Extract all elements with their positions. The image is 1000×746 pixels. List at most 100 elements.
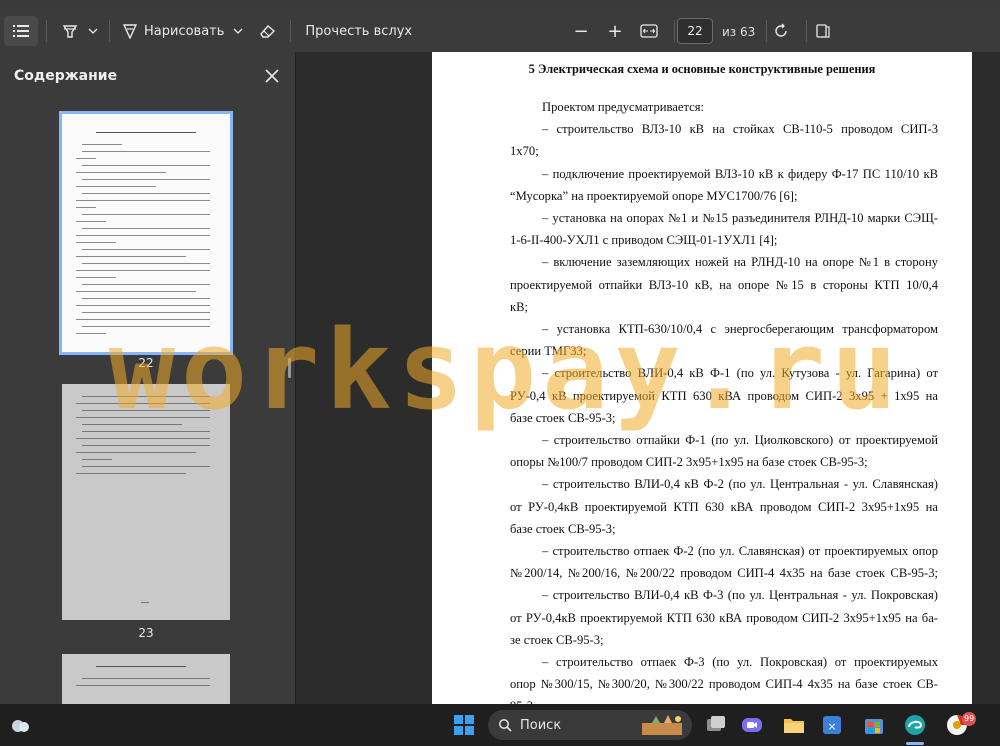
rotate-icon <box>775 23 787 37</box>
thumbnail-text-line <box>96 666 186 668</box>
thumbnail-text-line <box>76 270 210 272</box>
current-page-field[interactable]: 22 <box>677 18 713 44</box>
page-view-button[interactable] <box>808 16 838 46</box>
eraser-icon <box>260 25 276 38</box>
page-count-label: из 63 <box>722 25 756 39</box>
thumbnail-text-line <box>76 207 96 209</box>
pdf-viewer-window: Нарисовать Прочесть вслух − + 22 из 63 С… <box>0 0 1000 746</box>
highlight-button[interactable] <box>55 16 85 46</box>
zoom-out-button[interactable]: − <box>566 16 596 46</box>
thumbnail-text-line <box>82 298 210 300</box>
document-text-line: – строительство отпаек Ф-2 (по ул. Славя… <box>542 544 938 558</box>
fit-width-icon <box>640 24 658 38</box>
contents-toggle-button[interactable] <box>4 16 38 46</box>
active-app-indicator <box>906 742 924 745</box>
document-text-line: – установка на опорах №1 и №15 разъедини… <box>542 211 938 225</box>
thumbnail-text-line <box>82 678 210 680</box>
search-highlight-icon <box>642 715 682 735</box>
thumbnail-text-line <box>76 417 210 419</box>
thumbnail-text-line <box>82 263 210 265</box>
toolbar: Нарисовать Прочесть вслух − + 22 из 63 <box>0 10 1000 52</box>
thumbnail-text-line <box>76 452 196 454</box>
document-text-line: от РУ-0,4кВ проектируемой КТП 630 кВА пр… <box>510 499 938 514</box>
thumbnail-text-line <box>82 284 210 286</box>
minus-icon: − <box>573 20 589 42</box>
page-thumbnail-22[interactable] <box>59 111 233 355</box>
document-text-line: проектируемой отпайки ВЛЗ-10 кВ, на опор… <box>510 277 938 292</box>
page-thumbnail-23[interactable] <box>62 384 230 620</box>
store-button[interactable] <box>862 713 886 737</box>
thumbnail-page-number: 22 <box>138 356 154 370</box>
list-icon <box>13 25 29 37</box>
edge-browser-button[interactable] <box>903 713 927 737</box>
calculator-icon: × <box>823 716 841 734</box>
thumbnail-text-line <box>76 473 186 475</box>
thumbnail-text-line <box>82 151 210 153</box>
thumbnail-text-line <box>82 144 122 146</box>
thumbnail-text-line <box>141 602 149 604</box>
toolbar-separator <box>290 20 292 42</box>
thumbnail-text-line <box>76 172 166 174</box>
weather-button[interactable] <box>8 713 32 737</box>
document-text-line: – установка КТП-630/10/0,4 с энергосбере… <box>542 322 938 336</box>
draw-options-button[interactable] <box>230 16 246 46</box>
thumbnail-text-line <box>82 214 210 216</box>
sidebar-title: Содержание <box>14 68 118 84</box>
thumbnail-text-line <box>76 291 196 293</box>
thumbnail-text-line <box>76 158 96 160</box>
thumbnail-text-line <box>76 319 210 321</box>
thumbnail-text-line <box>76 235 210 237</box>
document-text-line: от РУ-0,4кВ проектируемой КТП 630 кВА пр… <box>510 610 938 625</box>
thumbnail-text-line <box>82 459 112 461</box>
sidebar-close-button[interactable] <box>262 66 282 86</box>
document-text-line: базе стоек СВ-95-3; <box>510 521 616 536</box>
page-number-input[interactable]: 22 <box>677 18 713 44</box>
thumbnail-text-line <box>82 410 210 412</box>
document-text-line: – строительство ВЛЗ-10 кВ на стойках СВ-… <box>542 122 938 137</box>
thumbnail-text-line <box>76 277 116 279</box>
zoom-in-button[interactable]: + <box>600 16 630 46</box>
thumbnail-text-line <box>82 179 210 181</box>
chevron-down-icon <box>88 28 98 34</box>
thumbnail-text-line <box>82 466 210 468</box>
highlight-options-button[interactable] <box>85 16 101 46</box>
search-icon <box>499 719 512 732</box>
document-text-line: Проектом предусматривается: <box>542 100 704 114</box>
thumbnail-text-line <box>76 242 116 244</box>
document-text-line: серии ТМГ33; <box>510 344 587 359</box>
toolbar-separator <box>109 20 110 42</box>
task-view-button[interactable] <box>704 713 728 737</box>
start-button[interactable] <box>452 713 476 737</box>
chevron-down-icon <box>233 28 243 34</box>
document-view[interactable]: 5 Электрическая схема и основные констру… <box>297 52 1000 704</box>
store-icon <box>865 719 883 734</box>
task-view-icon <box>707 716 725 731</box>
draw-button[interactable]: Нарисовать <box>118 16 230 46</box>
document-text-line: 1-6-II-400-УХЛ1 с приводом СЭЩ-01-1УХЛ1 … <box>510 233 778 248</box>
sidebar-scrollbar[interactable] <box>288 358 291 378</box>
calculator-button[interactable]: × <box>820 713 844 737</box>
document-text-line: – подключение проектируемой ВЛЗ-10 кВ к … <box>542 166 938 181</box>
chat-app-button[interactable] <box>740 713 764 737</box>
thumbnail-text-line <box>76 333 106 335</box>
page-thumbnail-24[interactable] <box>62 654 230 704</box>
video-chat-icon <box>742 718 762 732</box>
document-text-line: зе стоек СВ-95-3; <box>510 632 604 647</box>
pen-icon <box>122 24 138 39</box>
rotate-button[interactable] <box>766 16 796 46</box>
section-heading: 5 Электрическая схема и основные констру… <box>528 62 876 76</box>
window-top-strip <box>0 0 1000 10</box>
document-text-line: опор №300/15, №300/20, №300/22 проводом … <box>510 677 938 692</box>
document-text-line: базе стоек СВ-95-3; <box>510 410 616 425</box>
thumbnail-page-number: 23 <box>138 626 154 640</box>
thumbnail-text-line <box>82 396 210 398</box>
erase-button[interactable] <box>252 16 282 46</box>
thumbnail-text-line <box>76 403 210 405</box>
fit-page-button[interactable] <box>634 16 664 46</box>
folder-icon <box>784 719 804 733</box>
taskbar-search[interactable]: Поиск <box>488 710 692 740</box>
read-aloud-button[interactable]: Прочесть вслух <box>299 16 418 46</box>
windows-logo-icon <box>454 715 474 735</box>
highlighter-icon <box>62 25 78 38</box>
file-explorer-button[interactable] <box>782 713 806 737</box>
